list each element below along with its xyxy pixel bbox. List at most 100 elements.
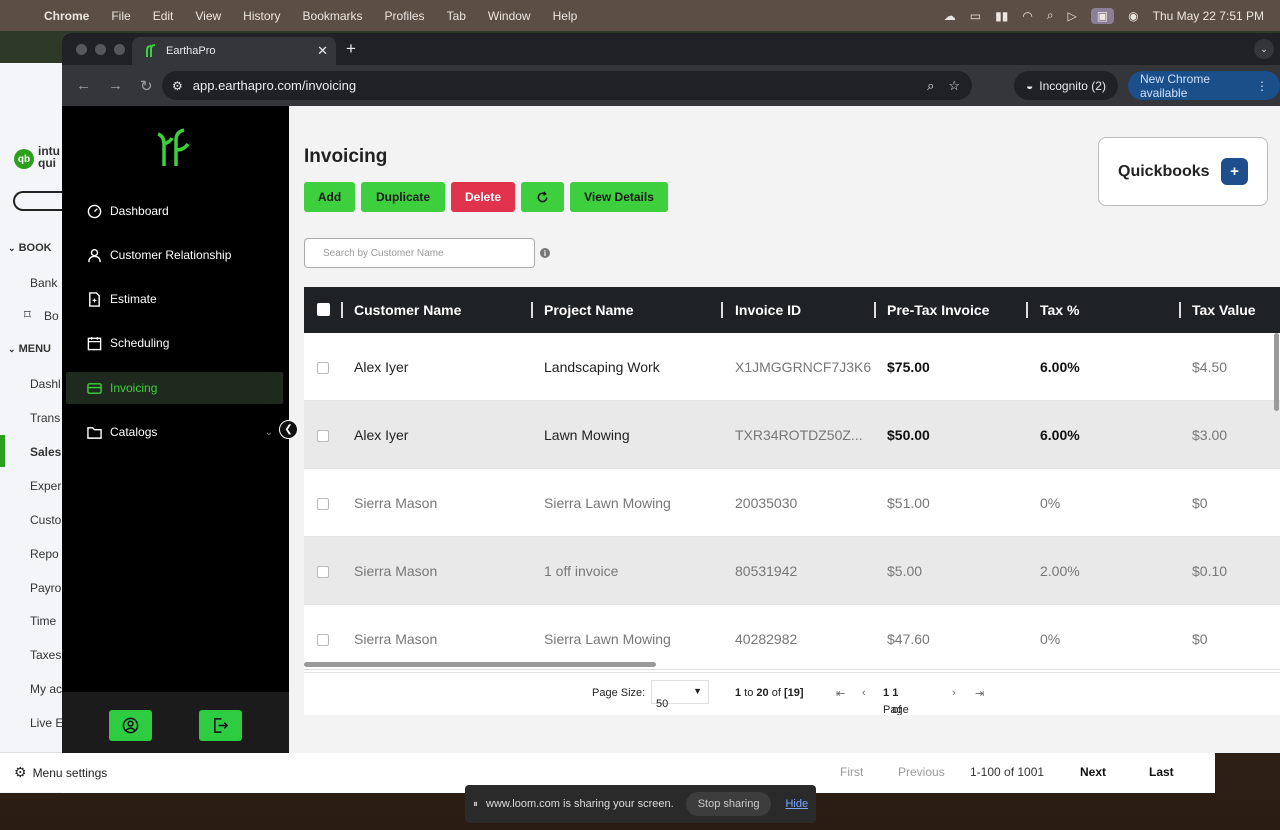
url-text[interactable]: app.earthapro.com/invoicing	[193, 78, 356, 93]
play-icon[interactable]: ▷	[1068, 9, 1077, 23]
menu-tab[interactable]: Tab	[447, 9, 466, 23]
reload-icon[interactable]: ↻	[140, 77, 158, 95]
vertical-scrollbar[interactable]	[1274, 333, 1279, 411]
column-separator[interactable]	[531, 302, 533, 318]
collapse-sidebar-button[interactable]: ❮	[279, 420, 298, 439]
menu-view[interactable]: View	[195, 9, 221, 23]
qb-pager-last[interactable]: Last	[1149, 765, 1174, 779]
close-tab-icon[interactable]: ✕	[317, 43, 328, 59]
qb-item-my-accountant[interactable]: My ac	[30, 682, 62, 696]
table-row[interactable]: Sierra Mason Sierra Lawn Mowing 20035030…	[304, 469, 1280, 537]
add-button[interactable]: Add	[304, 182, 355, 212]
window-icon[interactable]: ▭	[970, 9, 981, 23]
sidebar-item-invoicing[interactable]: Invoicing	[66, 372, 283, 404]
column-header-pre-tax-invoice[interactable]: Pre-Tax Invoice	[887, 302, 989, 318]
qb-item-reports[interactable]: Repo	[30, 547, 62, 561]
column-separator[interactable]	[721, 302, 723, 318]
row-checkbox[interactable]	[317, 566, 329, 578]
qb-item-payroll[interactable]: Payro	[30, 581, 62, 595]
info-icon[interactable]: i	[540, 248, 550, 258]
cloud-icon[interactable]: ☁	[944, 9, 956, 23]
incognito-badge[interactable]: ◒ Incognito (2)	[1014, 71, 1118, 100]
menu-file[interactable]: File	[111, 9, 130, 23]
qb-item-customers[interactable]: Custo	[30, 513, 62, 527]
control-center-icon[interactable]: ◉	[1128, 9, 1138, 23]
row-checkbox[interactable]	[317, 634, 329, 646]
menu-help[interactable]: Help	[553, 9, 578, 23]
qb-section-menu[interactable]: ⌄ MENU	[8, 343, 51, 355]
menu-window[interactable]: Window	[488, 9, 531, 23]
sidebar-item-estimate[interactable]: Estimate	[66, 283, 283, 315]
duplicate-button[interactable]: Duplicate	[361, 182, 445, 212]
sidebar-item-customer-relationship[interactable]: Customer Relationship	[66, 239, 283, 271]
menu-edit[interactable]: Edit	[153, 9, 174, 23]
column-separator[interactable]	[341, 302, 343, 318]
qb-menu-settings[interactable]: ⚙ Menu settings	[0, 752, 187, 792]
new-chrome-available-button[interactable]: New Chrome available ⋮	[1128, 71, 1280, 100]
last-page-icon[interactable]: ⇥	[975, 687, 984, 700]
column-separator[interactable]	[1026, 302, 1028, 318]
sidebar-item-scheduling[interactable]: Scheduling	[66, 327, 283, 359]
qb-item-dashboard[interactable]: Dashl	[30, 377, 62, 391]
zoom-icon[interactable]: ⌕	[927, 78, 934, 94]
screen-share-icon[interactable]: ▣	[1090, 7, 1115, 24]
customer-search-input[interactable]	[304, 238, 535, 268]
row-checkbox[interactable]	[317, 430, 329, 442]
qb-item-time[interactable]: Time	[30, 614, 62, 628]
qb-section-bookmarks[interactable]: ⌄ BOOK	[8, 242, 52, 254]
maximize-window-button[interactable]	[114, 43, 125, 55]
next-page-icon[interactable]: ›	[952, 687, 956, 699]
column-header-tax-value[interactable]: Tax Value	[1192, 302, 1256, 318]
spotlight-search-icon[interactable]: ⌕	[1047, 8, 1054, 23]
browser-tab[interactable]: EarthaPro ✕	[132, 37, 336, 65]
delete-button[interactable]: Delete	[451, 182, 515, 212]
qb-item-transactions[interactable]: Trans	[30, 411, 62, 425]
view-details-button[interactable]: View Details	[570, 182, 668, 212]
column-header-tax-percent[interactable]: Tax %	[1040, 302, 1079, 318]
chevron-down-icon[interactable]: ⌄	[265, 427, 273, 438]
column-separator[interactable]	[874, 302, 876, 318]
select-all-checkbox[interactable]	[317, 303, 330, 316]
back-arrow-icon[interactable]: ←	[76, 77, 94, 94]
column-header-invoice-id[interactable]: Invoice ID	[735, 302, 801, 318]
menu-bookmarks[interactable]: Bookmarks	[303, 9, 363, 23]
qb-item-live-experts[interactable]: Live E	[30, 716, 62, 730]
battery-icon[interactable]: ▮▮	[995, 9, 1008, 23]
hide-link[interactable]: Hide	[785, 798, 808, 810]
minimize-window-button[interactable]	[95, 43, 106, 55]
column-header-project-name[interactable]: Project Name	[544, 302, 633, 318]
qb-item-expenses[interactable]: Exper	[30, 479, 62, 493]
quickbooks-add-button[interactable]: +	[1221, 158, 1248, 185]
tab-search-icon[interactable]: ⌄	[1254, 39, 1274, 59]
table-row[interactable]: Alex Iyer Landscaping Work X1JMGGRNCF7J3…	[304, 333, 1280, 401]
forward-arrow-icon[interactable]: →	[108, 77, 126, 94]
column-separator[interactable]	[1179, 302, 1181, 318]
first-page-icon[interactable]: ⇤	[836, 687, 845, 700]
sidebar-item-dashboard[interactable]: Dashboard	[66, 195, 283, 227]
qb-pager-next[interactable]: Next	[1080, 765, 1106, 779]
qb-pager-previous[interactable]: Previous	[898, 765, 945, 779]
stop-sharing-button[interactable]: Stop sharing	[685, 792, 772, 816]
menu-app-name[interactable]: Chrome	[44, 9, 89, 23]
column-header-customer-name[interactable]: Customer Name	[354, 302, 461, 318]
row-checkbox[interactable]	[317, 498, 329, 510]
site-settings-icon[interactable]: ⚙	[172, 79, 183, 93]
wifi-icon[interactable]: ◠	[1022, 9, 1032, 23]
pause-icon[interactable]: ⏸	[473, 799, 478, 810]
bookmark-star-icon[interactable]: ☆	[948, 78, 960, 94]
menu-history[interactable]: History	[243, 9, 280, 23]
qb-item-bookmark[interactable]: Bo	[44, 309, 62, 323]
menu-profiles[interactable]: Profiles	[385, 9, 425, 23]
quickbooks-new-button[interactable]	[13, 191, 62, 211]
page-size-select[interactable]: 50 ▼	[651, 680, 709, 710]
qb-item-sales[interactable]: Sales	[30, 445, 62, 459]
kebab-menu-icon[interactable]: ⋮	[1256, 79, 1268, 93]
row-checkbox[interactable]	[317, 362, 329, 374]
new-tab-button[interactable]: +	[346, 39, 356, 59]
qb-pager-first[interactable]: First	[840, 765, 863, 779]
qb-item-bank[interactable]: Bank	[30, 276, 62, 290]
horizontal-scrollbar[interactable]	[304, 662, 656, 667]
refresh-button[interactable]	[521, 182, 564, 212]
logout-button[interactable]	[199, 710, 242, 741]
address-bar[interactable]: ⚙ app.earthapro.com/invoicing ⌕ ☆	[162, 71, 972, 100]
